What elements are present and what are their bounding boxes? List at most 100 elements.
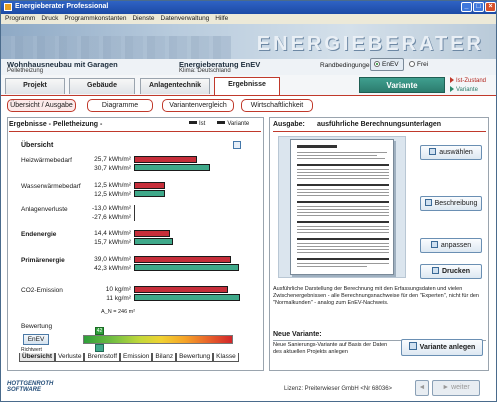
print-icon[interactable] [233, 141, 241, 149]
result-label: Wasserwärmebedarf [21, 183, 81, 190]
window-title: Energieberater Professional [15, 3, 109, 10]
bar-ist [134, 230, 170, 237]
new-variant-description: Neue Sanierungs-Variante auf Basis der D… [273, 342, 388, 355]
zero-line [134, 205, 135, 221]
bottom-tab-bewertung[interactable]: Bewertung [176, 353, 214, 362]
consultant-subtitle: Klima: Deutschland [179, 68, 231, 74]
bottom-tab-uebersicht[interactable]: Übersicht [19, 353, 55, 362]
bottom-tab-emission[interactable]: Emission [120, 353, 153, 362]
subtab-wirtschaftlichkeit[interactable]: Wirtschaftlichkeit [241, 99, 313, 112]
bar-ist [134, 256, 231, 263]
doc-line [297, 175, 389, 176]
bar-ist [134, 286, 228, 293]
subtab-uebersicht[interactable]: Übersicht / Ausgabe [7, 99, 76, 112]
bottom-tab-brennstoff[interactable]: Brennstoff [84, 353, 120, 362]
menu-hilfe[interactable]: Hilfe [215, 15, 228, 23]
doc-table-rule [297, 201, 389, 203]
radio-icon [409, 61, 415, 67]
doc-table-rule [297, 258, 389, 260]
license-text: Lizenz: Preiterwieser GmbH <Nr 68036> [284, 386, 393, 392]
efficiency-scale [83, 335, 233, 344]
subtab-variantenvergleich[interactable]: Variantenvergleich [162, 99, 234, 112]
menu-dienste[interactable]: Dienste [132, 15, 154, 23]
overview-title: Übersicht [21, 142, 54, 149]
doc-line [297, 229, 389, 230]
tab-projekt[interactable]: Projekt [5, 78, 65, 94]
ist-swatch [189, 121, 197, 124]
bottom-tab-klasse[interactable]: Klasse [213, 353, 239, 362]
anpassen-button[interactable]: anpassen [420, 238, 482, 253]
output-description: Ausführliche Darstellung der Berechnung … [273, 286, 479, 306]
enev-button[interactable]: EnEV [23, 334, 49, 345]
doc-line [297, 192, 389, 193]
scale-marker-ist: 42 [95, 327, 104, 335]
weiter-button[interactable]: ► weiter [432, 380, 480, 396]
result-label: Anlagenverluste [21, 206, 68, 213]
legend-variante-small: Variante [217, 121, 249, 127]
tab-ergebnisse[interactable]: Ergebnisse [214, 77, 280, 95]
menu-datenverwaltung[interactable]: Datenverwaltung [161, 15, 210, 23]
bar-ist [134, 156, 197, 163]
app-window: Energieberater Professional _ □ × Progra… [0, 0, 497, 402]
result-label: Heizwärmebedarf [21, 157, 72, 164]
drucken-button[interactable]: Drucken [420, 264, 482, 279]
results-heading: Ergebnisse - Pelletheizung - [9, 121, 103, 128]
legend-ist-zustand: Ist-Zustand [450, 77, 486, 84]
title-bar: Energieberater Professional _ □ × [1, 1, 496, 14]
doc-line [297, 172, 389, 173]
doc-table-rule [297, 184, 389, 186]
close-button[interactable]: × [485, 2, 496, 12]
tab-gebaeude[interactable]: Gebäude [69, 78, 135, 94]
window-controls: _ □ × [461, 2, 496, 12]
doc-line [297, 243, 389, 244]
bottom-tab-bilanz[interactable]: Bilanz [152, 353, 177, 362]
bottom-tab-verluste[interactable]: Verluste [54, 353, 85, 362]
menu-programmkonstanten[interactable]: Programmkonstanten [64, 15, 126, 23]
bar-variante [134, 264, 239, 271]
select-icon [429, 148, 437, 155]
document-preview [290, 139, 394, 275]
output-label: Ausgabe: [273, 121, 305, 128]
next-arrow-icon: ► [442, 384, 452, 391]
maximize-button[interactable]: □ [473, 2, 484, 12]
doc-line [297, 215, 389, 216]
doc-table-rule [297, 238, 389, 240]
triangle-green-icon [450, 86, 454, 92]
result-value-variante: 30,7 kWh/m² [94, 165, 131, 172]
doc-line [297, 266, 367, 267]
doc-line [297, 226, 389, 227]
variante-anlegen-button[interactable]: Variante anlegen [401, 339, 483, 356]
doc-line [297, 155, 377, 156]
adjust-icon [430, 241, 438, 248]
auswaehlen-button[interactable]: auswählen [420, 145, 482, 160]
subtab-diagramme[interactable]: Diagramme [87, 99, 153, 112]
randbedingungen-frei-option[interactable]: Frei [409, 61, 428, 68]
doc-line [297, 189, 389, 190]
doc-line [297, 178, 389, 179]
doc-line [297, 158, 385, 159]
scale-marker-variante [95, 344, 104, 352]
doc-header-block [297, 145, 337, 148]
menu-druck[interactable]: Druck [41, 15, 58, 23]
minimize-button[interactable]: _ [461, 2, 472, 12]
doc-line [297, 252, 389, 253]
back-button[interactable]: ◄ [415, 380, 429, 396]
tab-anlagentechnik[interactable]: Anlagentechnik [140, 78, 210, 94]
doc-line [297, 169, 389, 170]
doc-table-rule [297, 221, 389, 223]
randbedingungen-label: Randbedingungen: [320, 62, 375, 69]
description-icon [424, 199, 432, 206]
doc-line [297, 209, 389, 210]
radio-icon [374, 61, 380, 67]
result-value-ist: 14,4 kWh/m² [94, 230, 131, 237]
new-variant-icon [408, 342, 417, 350]
bewertung-label: Bewertung [21, 323, 53, 330]
randbedingungen-enev-option[interactable]: EnEV [370, 58, 404, 71]
doc-line [297, 249, 389, 250]
beschreibung-button[interactable]: Beschreibung [420, 196, 482, 211]
menu-programm[interactable]: Programm [5, 15, 35, 23]
bar-ist [134, 182, 165, 189]
result-value-ist: 39,0 kWh/m² [94, 256, 131, 263]
legend-ist: Ist [189, 121, 205, 127]
variante-button[interactable]: Variante [359, 77, 445, 93]
